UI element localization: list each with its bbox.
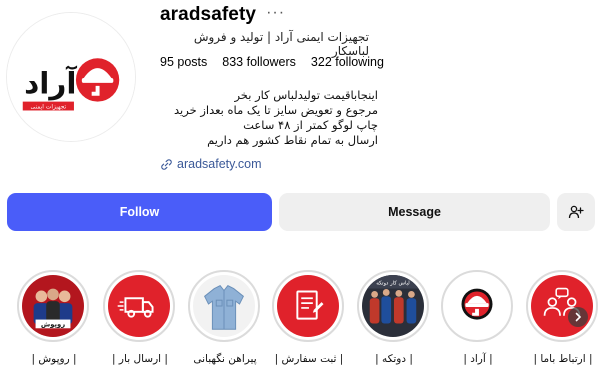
bio-line: مرجوع و تعویض سایز تا یک ماه بعداز خرید: [174, 103, 378, 117]
highlight-ring: لباس کار دوتکه: [357, 270, 429, 342]
highlight-item[interactable]: پیراهن نگهبانی: [188, 270, 262, 365]
bio-line: اینجاباقیمت تولیدلباس کار بخر: [234, 88, 378, 102]
highlight-cover: روپوش: [22, 275, 84, 337]
people-photo-icon: روپوش: [22, 275, 84, 337]
posts-count[interactable]: 95 posts: [160, 55, 207, 69]
following-count[interactable]: 322 following: [311, 55, 384, 69]
highlight-cover: [531, 275, 593, 337]
highlight-ring: [103, 270, 175, 342]
highlight-label: | ارسال بار |: [112, 353, 168, 365]
logo-text: آراد: [24, 65, 77, 101]
highlight-cover-text: لباس کار دوتکه: [376, 280, 410, 287]
logo-subtext: تجهیزات ایمنی: [31, 105, 67, 111]
link-text[interactable]: aradsafety.com: [177, 157, 262, 171]
chevron-right-icon: [575, 312, 582, 322]
profile-avatar[interactable]: آراد تجهیزات ایمنی: [6, 12, 136, 142]
highlight-cover: [277, 275, 339, 337]
truck-icon: [108, 275, 170, 337]
bio-line: ارسال به تمام نقاط کشور هم داریم: [207, 133, 378, 147]
profile-category: تجهیزات ایمنی آراد | تولید و فروش لباسکا…: [193, 30, 369, 58]
highlight-label: | ارتباط باما |: [533, 353, 593, 365]
highlight-cover: [193, 275, 255, 337]
highlight-cover: [108, 275, 170, 337]
more-options-icon[interactable]: ···: [266, 5, 285, 21]
highlight-label: پیراهن نگهبانی: [193, 353, 257, 365]
person-add-icon: [568, 205, 584, 219]
highlight-item[interactable]: | ثبت سفارش |: [272, 270, 346, 365]
username: aradsafety: [160, 4, 257, 25]
highlights-next-button[interactable]: [568, 307, 588, 327]
highlight-item[interactable]: لباس کار دوتکه | دوتکه |: [357, 270, 431, 365]
highlight-label: | آراد |: [463, 353, 493, 365]
highlight-item[interactable]: | آراد |: [441, 270, 515, 365]
shirt-photo-icon: [193, 275, 255, 337]
highlight-label: | روپوش |: [31, 353, 77, 365]
brand-logo-icon: [446, 275, 508, 337]
followers-count[interactable]: 833 followers: [222, 55, 296, 69]
profile-stats: 95 posts 833 followers 322 following: [160, 55, 384, 69]
username-row: aradsafety ···: [160, 4, 285, 26]
brand-logo-icon: آراد تجهیزات ایمنی: [7, 13, 135, 141]
profile-link[interactable]: aradsafety.com: [160, 157, 262, 171]
highlight-ring: [526, 270, 598, 342]
highlight-label: | ثبت سفارش |: [274, 353, 344, 365]
highlight-ring: [272, 270, 344, 342]
order-form-icon: [277, 275, 339, 337]
highlight-cover: [446, 275, 508, 337]
follow-button[interactable]: Follow: [7, 193, 272, 231]
highlight-ring: [441, 270, 513, 342]
bio-line: چاپ لوگو کمتر از ۴۸ ساعت: [243, 118, 378, 132]
highlight-item[interactable]: | ارسال بار |: [103, 270, 177, 365]
highlight-item[interactable]: | ارتباط باما |: [526, 270, 600, 365]
contact-people-icon: [531, 275, 593, 337]
highlight-label: | دوتکه |: [375, 353, 413, 365]
highlight-ring: روپوش: [17, 270, 89, 342]
highlight-cover: لباس کار دوتکه: [362, 275, 424, 337]
profile-bio: اینجاباقیمت تولیدلباس کار بخر مرجوع و تع…: [158, 88, 378, 148]
highlight-cover-text: روپوش: [41, 320, 65, 328]
highlight-item[interactable]: روپوش | روپوش |: [17, 270, 91, 365]
workers-photo-icon: لباس کار دوتکه: [362, 275, 424, 337]
suggested-users-button[interactable]: [557, 193, 595, 231]
message-button[interactable]: Message: [279, 193, 550, 231]
story-highlights: روپوش | روپوش | | ارسال بار | پیراهن نگه…: [0, 270, 600, 376]
link-icon: [161, 158, 172, 170]
highlight-ring: [188, 270, 260, 342]
